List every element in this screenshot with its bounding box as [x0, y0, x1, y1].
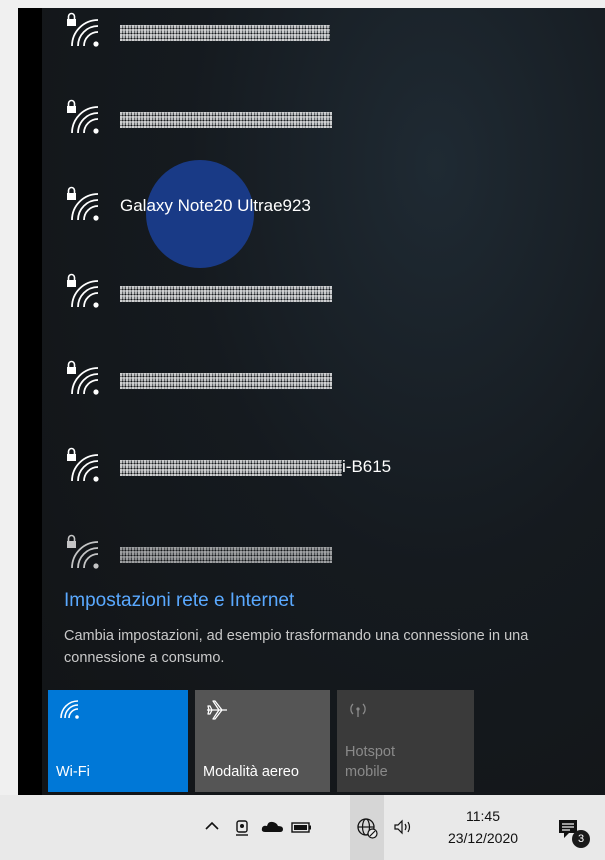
meet-now-icon[interactable] — [232, 817, 252, 842]
hotspot-icon — [347, 698, 369, 725]
redacted-network-name — [120, 459, 342, 476]
network-settings-link[interactable]: Impostazioni rete e Internet — [64, 590, 294, 612]
notification-count-badge: 3 — [572, 830, 590, 848]
network-list-item[interactable]: Galaxy Note20 Ultrae923 — [62, 184, 582, 234]
airplane-icon — [205, 698, 229, 727]
taskbar: 11:45 23/12/2020 3 — [0, 795, 605, 860]
network-list-item[interactable] — [62, 532, 582, 582]
network-list-item[interactable] — [62, 358, 582, 408]
airplane-tile-label: Modalità aereo — [203, 764, 299, 780]
redacted-network-name — [120, 546, 332, 563]
wifi-toggle-tile[interactable]: Wi-Fi — [48, 690, 188, 792]
wifi-tile-label: Wi-Fi — [56, 764, 90, 780]
onedrive-cloud-icon[interactable] — [260, 817, 286, 842]
clock-date: 23/12/2020 — [447, 830, 519, 846]
network-name — [120, 370, 332, 390]
redacted-network-name — [120, 24, 330, 41]
clock-time: 11:45 — [466, 808, 500, 824]
network-list-item[interactable] — [62, 10, 582, 60]
network-name — [120, 22, 330, 42]
network-name — [120, 544, 332, 564]
secured-wifi-icon — [62, 445, 106, 487]
mobile-hotspot-tile[interactable]: Hotspot mobile — [337, 690, 474, 792]
network-name-suffix: i-B615 — [342, 457, 392, 476]
airplane-mode-tile[interactable]: Modalità aereo — [195, 690, 330, 792]
network-settings-description: Cambia impostazioni, ad esempio trasform… — [64, 628, 529, 666]
redacted-network-name — [120, 285, 332, 302]
redacted-network-name — [120, 372, 332, 389]
network-name: i-B615 — [120, 457, 391, 477]
hotspot-tile-label: Hotspot mobile — [345, 742, 395, 782]
secured-wifi-icon — [62, 532, 106, 574]
network-list-item[interactable] — [62, 97, 582, 147]
secured-wifi-icon — [62, 10, 106, 52]
secured-wifi-icon — [62, 97, 106, 139]
wifi-icon — [58, 698, 80, 725]
network-name — [120, 109, 332, 129]
taskbar-clock[interactable]: 11:45 23/12/2020 — [438, 805, 528, 849]
secured-wifi-icon — [62, 271, 106, 313]
speaker-icon[interactable] — [392, 817, 414, 842]
network-name: Galaxy Note20 Ultrae923 — [120, 196, 311, 215]
network-list-item[interactable] — [62, 271, 582, 321]
network-list-item[interactable]: i-B615 — [62, 445, 582, 495]
chevron-up-icon[interactable] — [203, 817, 221, 840]
secured-wifi-icon — [62, 358, 106, 400]
hotspot-label-line2: mobile — [345, 764, 388, 780]
globe-network-icon[interactable] — [356, 817, 378, 844]
network-name — [120, 283, 332, 303]
secured-wifi-icon — [62, 184, 106, 226]
hotspot-label-line1: Hotspot — [345, 744, 395, 760]
redacted-network-name — [120, 111, 332, 128]
left-edge — [18, 8, 42, 795]
battery-icon[interactable] — [290, 817, 314, 842]
